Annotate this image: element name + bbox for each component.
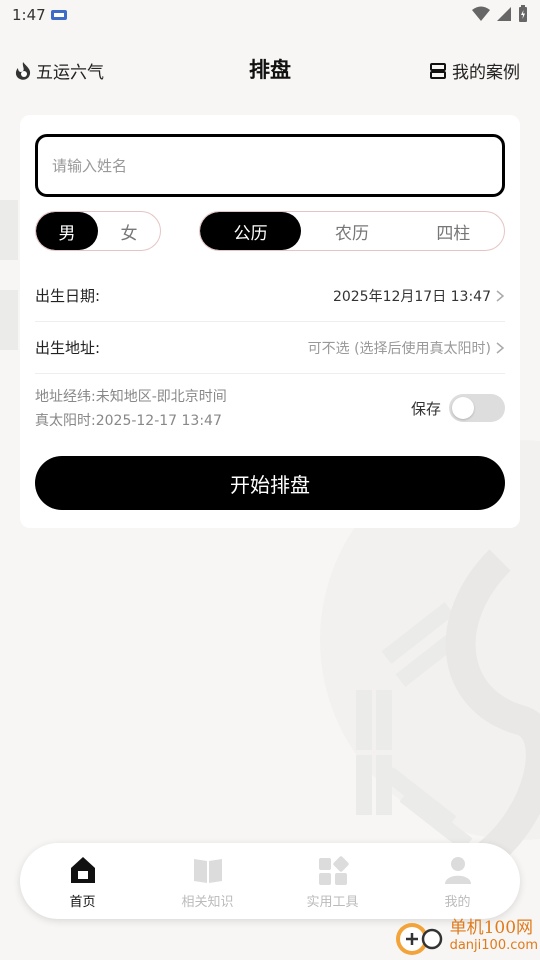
status-time: 1:47 — [12, 6, 46, 24]
home-icon — [70, 856, 95, 883]
save-toggle[interactable] — [449, 394, 505, 422]
my-cases-link[interactable]: 我的案例 — [430, 58, 520, 83]
nav-item-home[interactable]: 首页 — [20, 843, 145, 919]
nav-label-mine: 我的 — [444, 894, 471, 910]
birth-place-value: 可不选 (选择后使用真太阳时) — [307, 340, 491, 357]
name-input-wrapper — [35, 134, 505, 197]
watermark-title: 单机100网 — [449, 918, 534, 938]
birth-date-row[interactable]: 出生日期: 2025年12月17日 13:47 — [35, 270, 505, 322]
calendar-selector: 公历 农历 四柱 — [199, 211, 505, 251]
birth-date-label: 出生日期: — [35, 287, 101, 305]
gender-option-female[interactable]: 女 — [98, 212, 160, 250]
chart-form-card: 男 女 公历 农历 四柱 出生日期: 2025年12月17日 13:47 出生地… — [20, 115, 520, 528]
birth-place-row[interactable]: 出生地址: 可不选 (选择后使用真太阳时) — [35, 322, 505, 374]
calendar-option-four-pillars[interactable]: 四柱 — [403, 212, 504, 250]
bottom-navigation: 首页 相关知识 实用工具 我的 — [20, 843, 520, 919]
save-toggle-knob — [452, 397, 474, 419]
location-coordinates-text: 地址经纬:未知地区-即北京时间 — [35, 389, 227, 405]
battery-icon — [519, 5, 527, 22]
my-cases-label: 我的案例 — [452, 63, 520, 83]
chevron-right-icon — [496, 289, 505, 302]
calendar-option-solar[interactable]: 公历 — [200, 212, 302, 250]
wifi-icon — [472, 6, 490, 21]
gender-option-male[interactable]: 男 — [36, 212, 98, 250]
status-bar: 1:47 — [0, 0, 540, 32]
birth-place-value-wrap: 可不选 (选择后使用真太阳时) — [308, 338, 505, 358]
chevron-right-icon — [496, 341, 505, 354]
nav-label-tools: 实用工具 — [306, 894, 359, 910]
app-header: 五运六气 排盘 我的案例 — [0, 48, 540, 92]
watermark-subtitle: danji100.com — [449, 938, 538, 953]
notification-app-icon — [51, 10, 67, 20]
nav-item-mine[interactable]: 我的 — [395, 843, 520, 919]
location-info: 地址经纬:未知地区-即北京时间 真太阳时:2025-12-17 13:47 — [35, 385, 227, 433]
name-input[interactable] — [38, 137, 502, 194]
signal-icon — [497, 7, 511, 21]
calendar-option-lunar[interactable]: 农历 — [301, 212, 402, 250]
nav-item-knowledge[interactable]: 相关知识 — [145, 843, 270, 919]
gender-selector: 男 女 — [35, 211, 161, 251]
nav-label-knowledge: 相关知识 — [181, 894, 234, 910]
folder-icon — [430, 62, 446, 79]
status-indicators — [472, 5, 528, 23]
watermark-text: 单机100网 danji100.com — [450, 919, 538, 955]
tools-icon — [318, 855, 349, 885]
birth-place-label: 出生地址: — [35, 339, 101, 357]
start-chart-button[interactable]: 开始排盘 — [35, 456, 505, 510]
save-toggle-group: 保存 — [411, 394, 505, 422]
nav-item-tools[interactable]: 实用工具 — [270, 843, 395, 919]
true-solar-time-text: 真太阳时:2025-12-17 13:47 — [35, 413, 222, 429]
birth-date-value-wrap: 2025年12月17日 13:47 — [333, 286, 505, 306]
site-watermark: 单机100网 danji100.com — [394, 917, 538, 957]
user-icon — [444, 856, 471, 884]
birth-date-value: 2025年12月17日 13:47 — [332, 288, 491, 305]
book-icon — [193, 858, 222, 883]
nav-label-home: 首页 — [69, 894, 96, 910]
save-label: 保存 — [410, 399, 441, 418]
watermark-logo-icon — [395, 923, 442, 955]
